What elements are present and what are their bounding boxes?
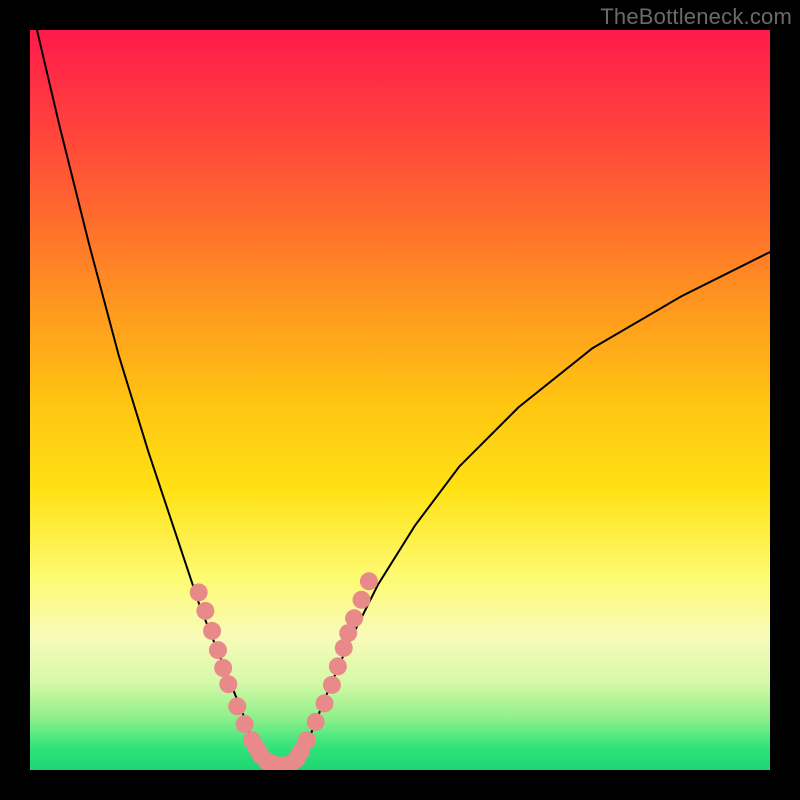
highlight-dot bbox=[236, 715, 254, 733]
highlight-dot bbox=[196, 602, 214, 620]
highlight-dot bbox=[353, 591, 371, 609]
highlight-dot bbox=[203, 622, 221, 640]
chart-stage: TheBottleneck.com bbox=[0, 0, 800, 800]
bottleneck-curve bbox=[30, 30, 770, 766]
watermark-text: TheBottleneck.com bbox=[600, 4, 792, 30]
highlight-dot bbox=[316, 694, 334, 712]
highlight-dot bbox=[228, 697, 246, 715]
highlight-dot bbox=[323, 676, 341, 694]
highlight-dot bbox=[360, 572, 378, 590]
dot-cluster bbox=[190, 572, 378, 770]
highlight-dot bbox=[345, 609, 363, 627]
highlight-dot bbox=[190, 583, 208, 601]
highlight-dot bbox=[214, 659, 232, 677]
highlight-dot bbox=[298, 731, 316, 749]
highlight-dot bbox=[307, 713, 325, 731]
highlight-dot bbox=[219, 675, 237, 693]
chart-svg bbox=[30, 30, 770, 770]
plot-area bbox=[30, 30, 770, 770]
highlight-dot bbox=[329, 657, 347, 675]
highlight-dot bbox=[209, 641, 227, 659]
